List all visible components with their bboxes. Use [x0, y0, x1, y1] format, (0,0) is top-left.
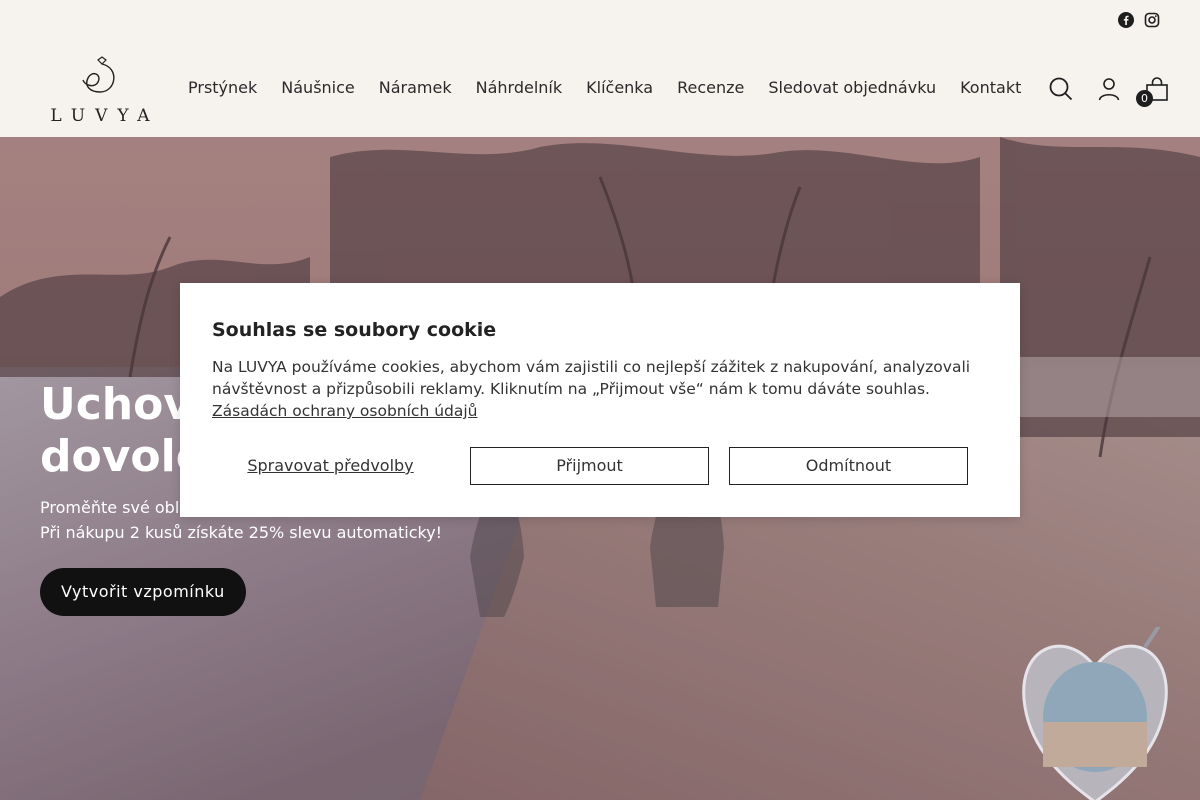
nav-item-kontakt[interactable]: Kontakt	[948, 78, 1033, 97]
user-icon[interactable]	[1096, 76, 1122, 102]
search-icon[interactable]	[1048, 76, 1074, 102]
nav-item-prstynek[interactable]: Prstýnek	[176, 78, 269, 97]
facebook-icon[interactable]	[1118, 12, 1134, 28]
nav-item-sledovat-objednavku[interactable]: Sledovat objednávku	[756, 78, 948, 97]
cookie-text: Na LUVYA používáme cookies, abychom vám …	[212, 356, 992, 422]
cart-count-badge: 0	[1136, 90, 1153, 107]
accept-button[interactable]: Přijmout	[470, 447, 709, 485]
cookie-title: Souhlas se soubory cookie	[212, 319, 497, 341]
privacy-policy-link[interactable]: Zásadách ochrany osobních údajů	[212, 402, 478, 420]
cookie-consent-dialog: Souhlas se soubory cookie Na LUVYA použí…	[180, 283, 1020, 517]
hero-title-line1: Uchov	[40, 379, 193, 430]
main-nav: Prstýnek Náušnice Náramek Náhrdelník Klí…	[176, 78, 1033, 97]
heart-pendant-image	[1022, 627, 1168, 800]
nav-item-nahrdelnik[interactable]: Náhrdelník	[464, 78, 575, 97]
cookie-description: Na LUVYA používáme cookies, abychom vám …	[212, 358, 971, 398]
top-bar	[0, 0, 1200, 44]
nav-item-klicenka[interactable]: Klíčenka	[574, 78, 665, 97]
bag-icon[interactable]: 0	[1136, 76, 1170, 107]
nav-item-nausnice[interactable]: Náušnice	[269, 78, 366, 97]
nav-item-naramek[interactable]: Náramek	[367, 78, 464, 97]
header-icons: 0	[1048, 76, 1170, 107]
site-header: LUVYA Prstýnek Náušnice Náramek Náhrdeln…	[0, 44, 1200, 137]
manage-preferences-button[interactable]: Spravovat předvolby	[212, 447, 449, 485]
hero-subtitle-line2: Při nákupu 2 kusů získáte 25% slevu auto…	[40, 523, 443, 542]
hero-subtitle-line1: Proměňte své oblí	[40, 498, 184, 517]
reject-button[interactable]: Odmítnout	[729, 447, 968, 485]
social-links	[1118, 12, 1160, 28]
instagram-icon[interactable]	[1144, 12, 1160, 28]
logo-ring-icon	[82, 56, 115, 93]
nav-item-recenze[interactable]: Recenze	[665, 78, 756, 97]
logo-wordmark: LUVYA	[50, 106, 160, 126]
logo[interactable]: LUVYA	[40, 56, 162, 126]
create-memory-button[interactable]: Vytvořit vzpomínku	[40, 568, 246, 616]
